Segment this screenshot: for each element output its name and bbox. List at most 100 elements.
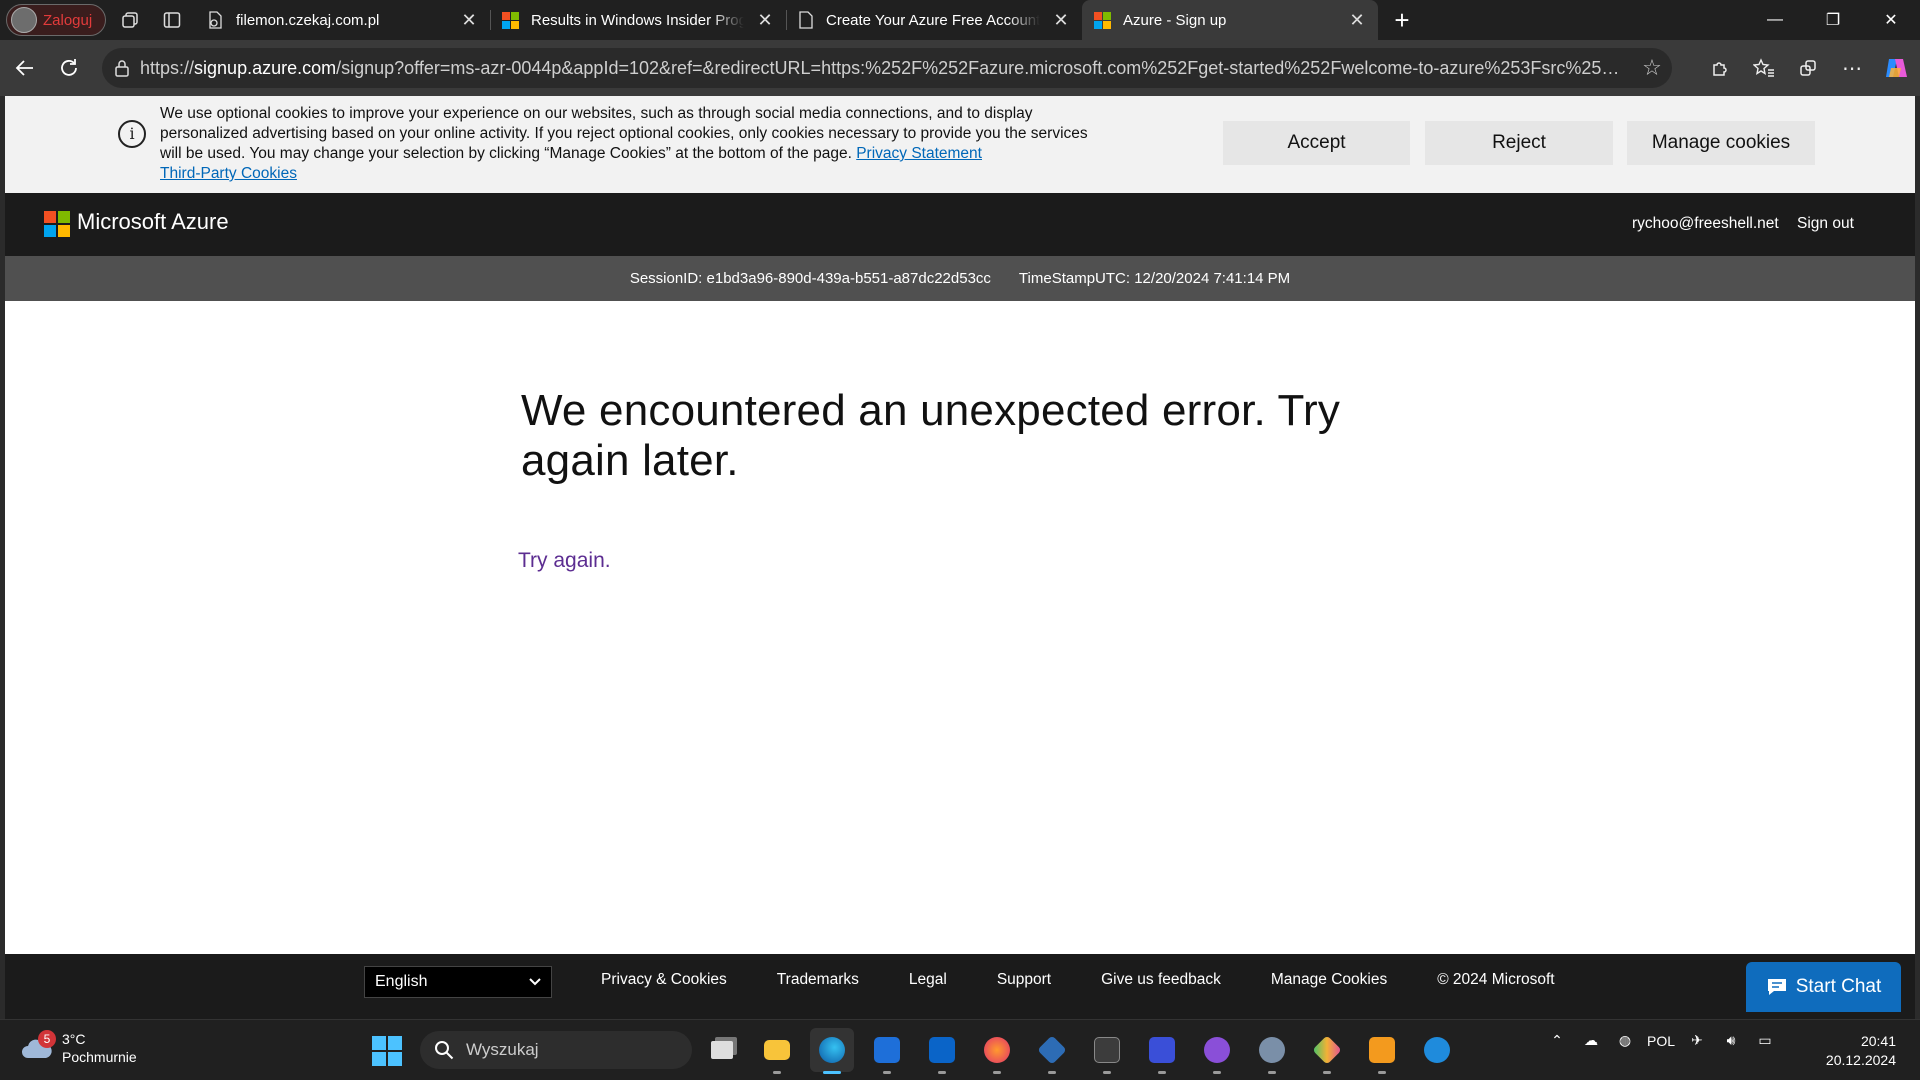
footer-link-manage-cookies[interactable]: Manage Cookies bbox=[1271, 971, 1387, 989]
virtualbox-icon[interactable] bbox=[1030, 1028, 1074, 1074]
url-path: /signup?offer=ms-azr-0044p&appId=102&ref… bbox=[336, 57, 1622, 78]
input-language[interactable]: POL bbox=[1647, 1033, 1675, 1049]
chevron-down-icon bbox=[529, 978, 541, 986]
close-tab-icon[interactable]: ✕ bbox=[460, 10, 478, 31]
restore-icon[interactable]: ❐ bbox=[1804, 0, 1862, 40]
chevron-up-icon[interactable]: ⌃ bbox=[1545, 1032, 1569, 1049]
language-select[interactable]: English bbox=[364, 966, 552, 998]
collections-icon[interactable] bbox=[1790, 48, 1826, 88]
info-icon: i bbox=[118, 120, 146, 148]
lock-icon[interactable] bbox=[114, 59, 130, 77]
task-view-icon[interactable] bbox=[700, 1028, 744, 1072]
minimize-icon[interactable]: — bbox=[1746, 0, 1804, 40]
footer-copyright: © 2024 Microsoft bbox=[1437, 971, 1555, 988]
terminal-icon[interactable] bbox=[1085, 1028, 1129, 1074]
vertical-tabs-icon[interactable] bbox=[154, 4, 190, 36]
profile-label: Zaloguj bbox=[43, 11, 93, 29]
page-viewport: i We use optional cookies to improve you… bbox=[5, 96, 1915, 1019]
session-id: SessionID: e1bd3a96-890d-439a-b551-a87dc… bbox=[629, 270, 991, 287]
tab-title: Results in Windows Insider Program bbox=[531, 11, 744, 29]
brand-name[interactable]: Microsoft Azure bbox=[77, 209, 229, 235]
clock-date: 20.12.2024 bbox=[1825, 1052, 1896, 1068]
tab-title: filemon.czekaj.com.pl bbox=[236, 11, 380, 29]
chat-icon bbox=[1767, 979, 1786, 995]
extensions-icon[interactable] bbox=[1702, 48, 1738, 88]
get-help-icon[interactable] bbox=[1415, 1028, 1459, 1072]
outlook-icon[interactable] bbox=[920, 1028, 964, 1074]
microsoft-store-icon[interactable] bbox=[865, 1028, 909, 1074]
page-error-icon bbox=[209, 11, 222, 29]
third-party-cookies-link[interactable]: Third-Party Cookies bbox=[160, 165, 297, 182]
favorite-star-icon[interactable]: ☆ bbox=[1632, 55, 1672, 81]
cloud-icon: 5 bbox=[20, 1030, 56, 1060]
close-tab-icon[interactable]: ✕ bbox=[1348, 10, 1366, 31]
refresh-button[interactable] bbox=[47, 46, 91, 90]
settings-gear-icon[interactable] bbox=[1250, 1028, 1294, 1074]
session-timestamp: TimeStampUTC: 12/20/2024 7:41:14 PM bbox=[1018, 270, 1291, 287]
footer-link-feedback[interactable]: Give us feedback bbox=[1101, 971, 1221, 989]
tab-azure-signup[interactable]: Azure - Sign up ✕ bbox=[1082, 0, 1378, 40]
volume-icon[interactable]: 🔊︎ bbox=[1719, 1032, 1743, 1049]
copilot-icon[interactable] bbox=[1878, 48, 1914, 88]
footer-link-privacy[interactable]: Privacy & Cookies bbox=[601, 971, 727, 989]
footer-link-legal[interactable]: Legal bbox=[909, 971, 947, 989]
weather-widget[interactable]: 5 3°C Pochmurnie bbox=[20, 1030, 137, 1066]
media-player-icon[interactable] bbox=[1360, 1028, 1404, 1074]
favorites-icon[interactable] bbox=[1746, 48, 1782, 88]
manage-cookies-button[interactable]: Manage cookies bbox=[1627, 121, 1815, 165]
onedrive-cloud-icon[interactable]: ☁ bbox=[1579, 1032, 1603, 1049]
accept-cookies-button[interactable]: Accept bbox=[1223, 121, 1410, 165]
windows-start-icon[interactable] bbox=[372, 1036, 402, 1066]
tab-title: Create Your Azure Free Account Or Pay bbox=[826, 11, 1040, 29]
address-bar[interactable]: https://signup.azure.com/signup?offer=ms… bbox=[102, 48, 1672, 88]
cookie-banner: i We use optional cookies to improve you… bbox=[5, 96, 1915, 193]
tab-windows-insider[interactable]: Results in Windows Insider Program ✕ bbox=[490, 0, 786, 40]
microsoft-logo-icon[interactable] bbox=[44, 211, 70, 237]
tab-azure-free-account[interactable]: Create Your Azure Free Account Or Pay ✕ bbox=[786, 0, 1082, 40]
weather-description: Pochmurnie bbox=[62, 1049, 137, 1065]
airplane-icon[interactable]: ✈ bbox=[1685, 1032, 1709, 1049]
azure-header: Microsoft Azure rychoo@freeshell.net Sig… bbox=[5, 193, 1915, 256]
save-disk-icon[interactable] bbox=[1140, 1028, 1184, 1074]
profile-avatar bbox=[11, 7, 37, 33]
sign-out-link[interactable]: Sign out bbox=[1797, 215, 1854, 233]
footer-link-trademarks[interactable]: Trademarks bbox=[777, 971, 859, 989]
privacy-statement-link[interactable]: Privacy Statement bbox=[856, 145, 982, 162]
more-icon[interactable]: ⋯ bbox=[1834, 48, 1870, 88]
microsoft-logo-icon bbox=[1094, 11, 1111, 29]
close-tab-icon[interactable]: ✕ bbox=[756, 10, 774, 31]
weather-temperature: 3°C bbox=[62, 1031, 86, 1047]
snipping-tool-icon[interactable] bbox=[1305, 1028, 1349, 1074]
microsoft-logo-icon bbox=[502, 11, 519, 29]
tab-title: Azure - Sign up bbox=[1123, 11, 1227, 29]
taskbar-search[interactable]: Wyszukaj bbox=[420, 1031, 692, 1069]
refresh-icon bbox=[61, 59, 77, 76]
close-window-icon[interactable]: ✕ bbox=[1862, 0, 1920, 40]
browser-toolbar: https://signup.azure.com/signup?offer=ms… bbox=[0, 40, 1920, 96]
tab-filemon[interactable]: filemon.czekaj.com.pl ✕ bbox=[194, 0, 490, 40]
session-bar: SessionID: e1bd3a96-890d-439a-b551-a87dc… bbox=[5, 256, 1915, 301]
close-tab-icon[interactable]: ✕ bbox=[1052, 10, 1070, 31]
edge-browser-icon[interactable] bbox=[810, 1028, 854, 1074]
pinned-apps bbox=[700, 1028, 1459, 1074]
file-explorer-icon[interactable] bbox=[755, 1028, 799, 1074]
back-button[interactable] bbox=[3, 46, 47, 90]
workspaces-icon[interactable] bbox=[112, 4, 148, 36]
error-heading: We encountered an unexpected error. Try … bbox=[521, 386, 1341, 485]
battery-icon[interactable]: ▭ bbox=[1753, 1032, 1777, 1049]
try-again-link[interactable]: Try again. bbox=[518, 549, 611, 573]
new-tab-button[interactable]: + bbox=[1382, 5, 1422, 36]
arrow-left-icon bbox=[15, 60, 33, 76]
firefox-icon[interactable] bbox=[975, 1028, 1019, 1074]
url-text[interactable]: https://signup.azure.com/signup?offer=ms… bbox=[140, 58, 1622, 79]
network-icon[interactable]: ◍ bbox=[1613, 1032, 1637, 1049]
clock-time: 20:41 bbox=[1860, 1033, 1896, 1049]
weather-alert-badge: 5 bbox=[38, 1030, 56, 1048]
footer-link-support[interactable]: Support bbox=[997, 971, 1051, 989]
profile-button[interactable]: Zaloguj bbox=[6, 4, 106, 36]
github-icon[interactable] bbox=[1195, 1028, 1239, 1074]
account-email[interactable]: rychoo@freeshell.net bbox=[1632, 215, 1779, 233]
reject-cookies-button[interactable]: Reject bbox=[1425, 121, 1613, 165]
clock[interactable]: 20:41 20.12.2024 bbox=[1826, 1032, 1896, 1070]
start-chat-button[interactable]: Start Chat bbox=[1746, 962, 1901, 1012]
